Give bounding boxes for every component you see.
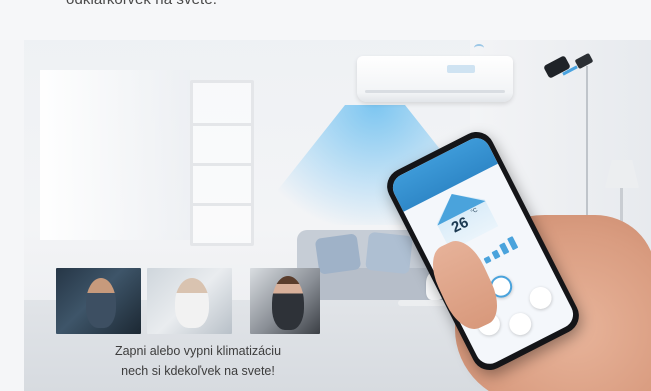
person	[175, 278, 209, 328]
fan-speed-bar	[499, 242, 510, 255]
fan-speed-bar	[507, 236, 519, 251]
person	[86, 278, 116, 328]
caption-line-2: nech si kdekoľvek na svete!	[121, 364, 275, 378]
ac-display	[447, 65, 475, 73]
shelf-board	[193, 203, 251, 206]
wifi-icon	[474, 44, 484, 52]
photo-woman-with-phone	[250, 268, 320, 334]
caption: Zapni alebo vypni klimatizáciu nech si k…	[66, 341, 330, 381]
bookshelf	[190, 80, 254, 246]
timer-button[interactable]	[525, 283, 556, 313]
shelf-board	[193, 163, 251, 166]
headline-tail: odkiaľkoľvek na svete.	[66, 0, 217, 8]
fan-speed-bar	[483, 255, 492, 264]
photo-elderly-with-tablet	[147, 268, 232, 334]
pillow	[365, 231, 413, 275]
fan-speed-bar	[491, 249, 501, 260]
shelf-board	[193, 123, 251, 126]
photo-man-in-car	[56, 268, 141, 334]
person	[272, 276, 304, 330]
promo-image: 26 °C odkiaľkoľvek na svete. Zapni alebo…	[0, 0, 651, 391]
usage-photos	[56, 268, 324, 334]
window-light	[40, 70, 190, 240]
top-band: odkiaľkoľvek na svete.	[0, 0, 651, 40]
swing-button[interactable]	[505, 309, 536, 339]
dongle-cable	[586, 66, 588, 236]
ac-vent	[365, 90, 505, 93]
air-conditioner-unit	[357, 56, 513, 102]
caption-line-1: Zapni alebo vypni klimatizáciu	[114, 344, 282, 358]
